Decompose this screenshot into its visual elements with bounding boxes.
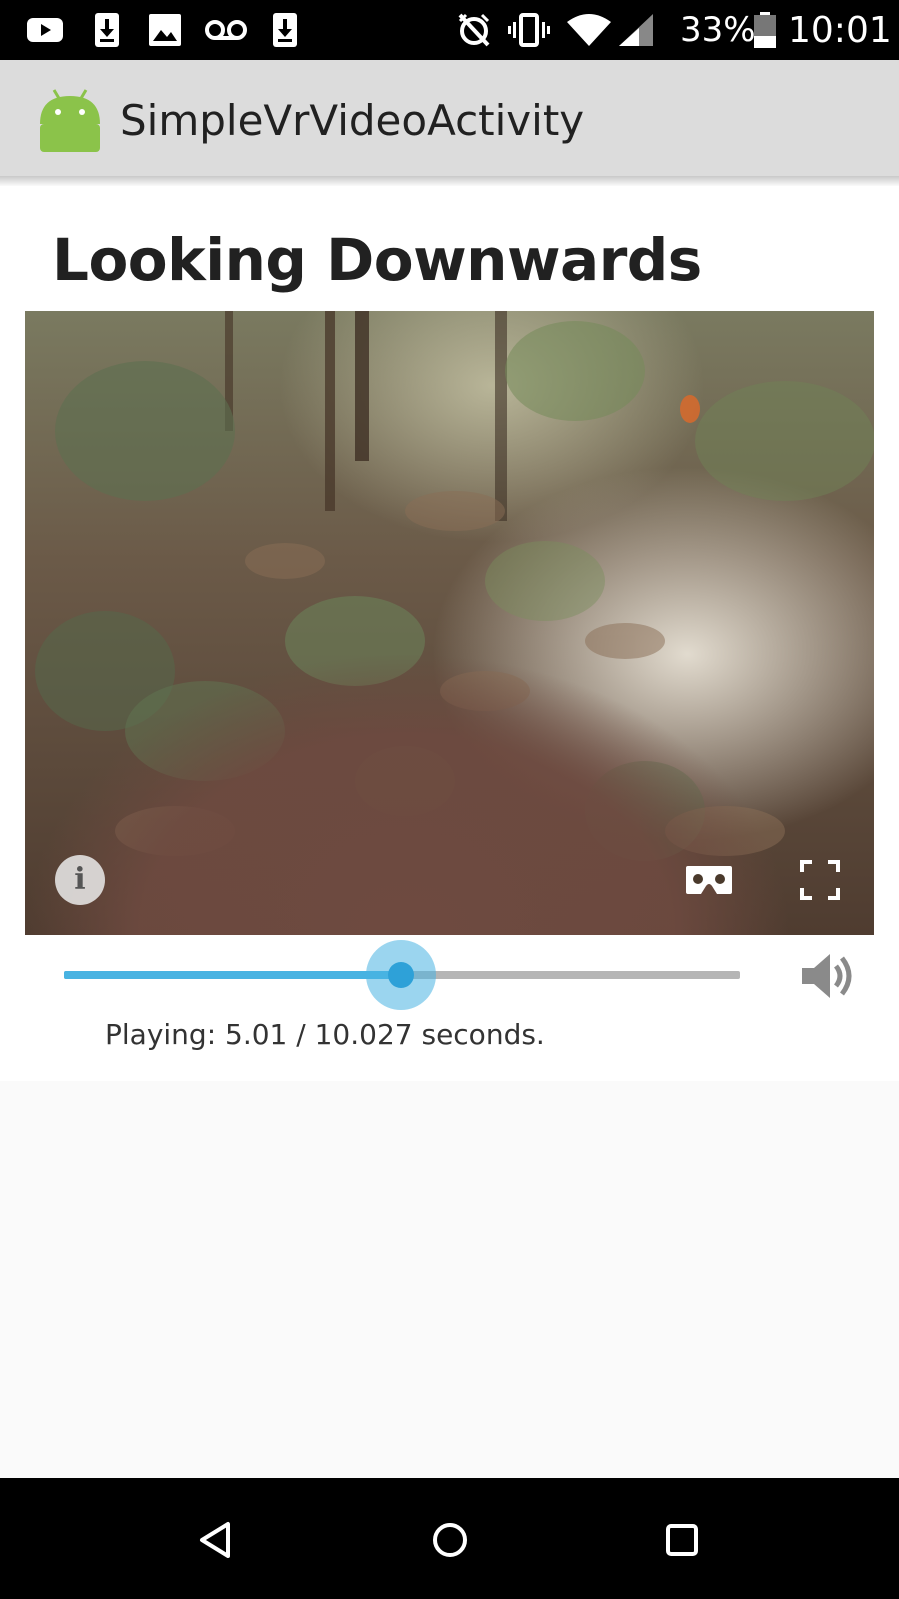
battery-percent: 33% [680,10,756,50]
cardboard-icon[interactable] [685,864,733,896]
recents-icon[interactable] [662,1520,702,1560]
download-icon [95,13,119,47]
image-icon [149,14,181,46]
volume-icon[interactable] [800,950,856,1002]
fullscreen-icon[interactable] [800,860,840,900]
signal-icon [619,14,653,46]
clock: 10:01 [788,10,892,51]
android-icon [40,89,100,152]
home-icon[interactable] [430,1520,470,1560]
wifi-icon [567,14,611,46]
seek-thumb[interactable] [388,962,414,988]
playback-status: Playing: 5.01 / 10.027 seconds. [105,1018,545,1051]
download-icon [273,13,297,47]
back-icon[interactable] [196,1520,236,1560]
youtube-icon [27,18,63,42]
app-title: SimpleVrVideoActivity [120,96,585,145]
alarm-off-icon [458,13,490,47]
vr-video-view[interactable] [25,311,874,935]
status-bar: 33% 10:01 [0,0,899,60]
page-title: Looking Downwards [52,226,702,294]
battery-icon [754,12,776,48]
app-bar-shadow [0,176,899,186]
seek-bar-progress [64,971,402,979]
info-icon[interactable]: i [55,855,105,905]
video-frame [25,311,874,935]
vibrate-icon [508,13,550,47]
voicemail-icon [205,20,247,40]
